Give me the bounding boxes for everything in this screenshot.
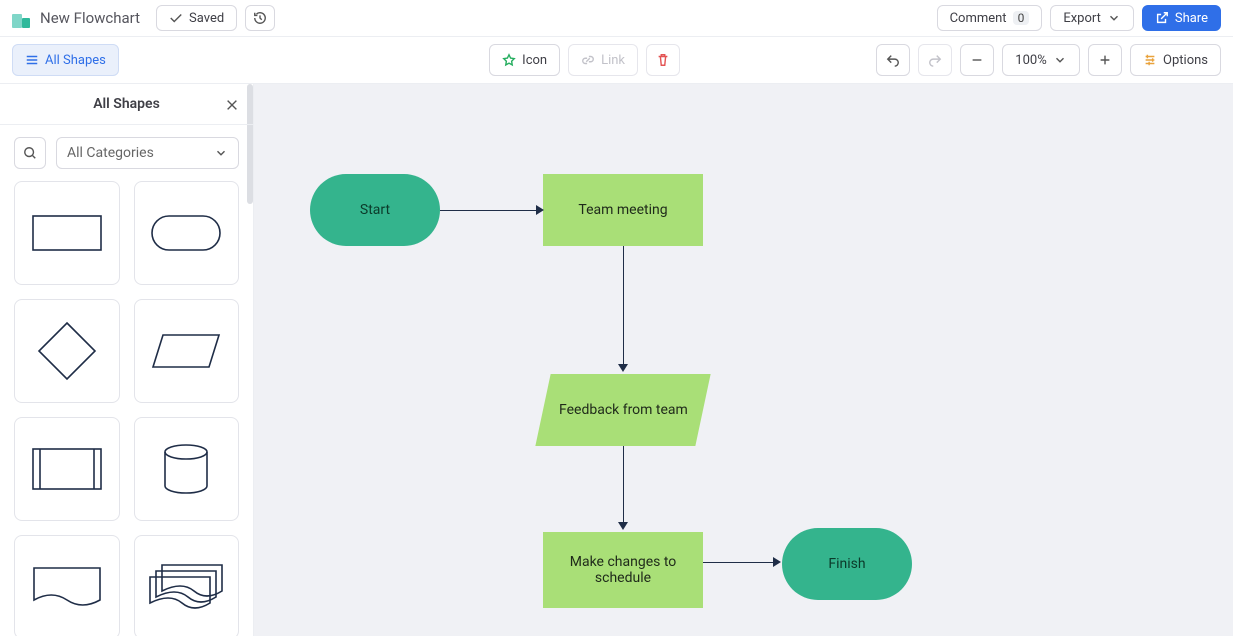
arrowhead-icon [618, 364, 628, 372]
header-bar: New Flowchart Saved Comment 0 Export Sha… [0, 0, 1233, 36]
list-icon [25, 53, 39, 67]
shape-diamond[interactable] [14, 299, 120, 403]
all-shapes-label: All Shapes [45, 53, 106, 68]
toolbar: All Shapes Icon Link 100% Options [0, 36, 1233, 84]
zoom-level-label: 100% [1015, 53, 1046, 68]
saved-label: Saved [189, 11, 224, 26]
icon-insert-button[interactable]: Icon [489, 44, 560, 76]
connector[interactable] [623, 246, 624, 364]
all-shapes-toggle[interactable]: All Shapes [12, 44, 119, 76]
shapes-sidebar: All Shapes All Categories [0, 84, 254, 636]
link-label: Link [601, 53, 625, 68]
canvas[interactable]: Start Team meeting Feedback from team Ma… [254, 84, 1233, 636]
redo-button[interactable] [918, 44, 952, 76]
arrowhead-icon [618, 522, 628, 530]
zoom-in-button[interactable] [1088, 44, 1122, 76]
history-button[interactable] [245, 5, 275, 31]
history-icon [253, 11, 267, 25]
undo-icon [886, 53, 900, 67]
search-icon [23, 146, 37, 160]
share-button[interactable]: Share [1142, 5, 1221, 31]
node-start-label: Start [360, 202, 390, 218]
connector[interactable] [623, 446, 624, 522]
icon-insert-label: Icon [522, 53, 547, 68]
shape-parallelogram[interactable] [134, 299, 240, 403]
delete-button[interactable] [646, 44, 680, 76]
chevron-down-icon [1053, 53, 1067, 67]
connector[interactable] [703, 562, 773, 563]
close-icon [225, 98, 239, 112]
node-finish[interactable]: Finish [782, 528, 912, 600]
redo-icon [928, 53, 942, 67]
shape-multi-document[interactable] [134, 535, 240, 636]
comment-button[interactable]: Comment 0 [937, 5, 1043, 31]
options-button[interactable]: Options [1130, 44, 1221, 76]
export-button[interactable]: Export [1050, 5, 1134, 31]
shape-rectangle[interactable] [14, 181, 120, 285]
share-label: Share [1175, 11, 1208, 26]
saved-status: Saved [156, 5, 237, 31]
node-feedback-label: Feedback from team [559, 402, 688, 418]
chevron-down-icon [1107, 11, 1121, 25]
category-dropdown-label: All Categories [67, 145, 154, 161]
sliders-icon [1143, 53, 1157, 67]
node-finish-label: Finish [828, 556, 865, 572]
node-team-meeting-label: Team meeting [578, 202, 667, 218]
undo-button[interactable] [876, 44, 910, 76]
chevron-down-icon [214, 146, 228, 160]
sidebar-controls: All Categories [0, 125, 253, 181]
document-title[interactable]: New Flowchart [40, 9, 140, 27]
comment-count-badge: 0 [1013, 11, 1030, 25]
trash-icon [656, 53, 670, 67]
connector[interactable] [440, 210, 536, 211]
sidebar-header: All Shapes [0, 84, 253, 125]
node-team-meeting[interactable]: Team meeting [543, 174, 703, 246]
app-logo-icon [12, 8, 32, 28]
zoom-level-dropdown[interactable]: 100% [1002, 44, 1080, 76]
node-make-changes-label: Make changes to schedule [543, 554, 703, 586]
arrowhead-icon [773, 557, 781, 567]
plus-icon [1098, 53, 1112, 67]
shape-cylinder[interactable] [134, 417, 240, 521]
star-icon [502, 53, 516, 67]
sidebar-title: All Shapes [93, 96, 160, 112]
shape-subroutine[interactable] [14, 417, 120, 521]
shape-grid [0, 181, 253, 636]
share-icon [1155, 11, 1169, 25]
comment-label: Comment [950, 11, 1007, 26]
node-make-changes[interactable]: Make changes to schedule [543, 532, 703, 608]
minus-icon [970, 53, 984, 67]
shape-rounded-rectangle[interactable] [134, 181, 240, 285]
workspace: All Shapes All Categories [0, 84, 1233, 636]
node-start[interactable]: Start [310, 174, 440, 246]
zoom-out-button[interactable] [960, 44, 994, 76]
node-feedback[interactable]: Feedback from team [535, 374, 710, 446]
export-label: Export [1063, 11, 1101, 26]
category-dropdown[interactable]: All Categories [56, 137, 239, 169]
options-label: Options [1163, 53, 1208, 68]
arrowhead-icon [536, 205, 544, 215]
close-sidebar-button[interactable] [221, 94, 243, 116]
search-shapes-button[interactable] [14, 137, 46, 169]
check-icon [169, 11, 183, 25]
link-button[interactable]: Link [568, 44, 638, 76]
link-icon [581, 53, 595, 67]
shape-document[interactable] [14, 535, 120, 636]
